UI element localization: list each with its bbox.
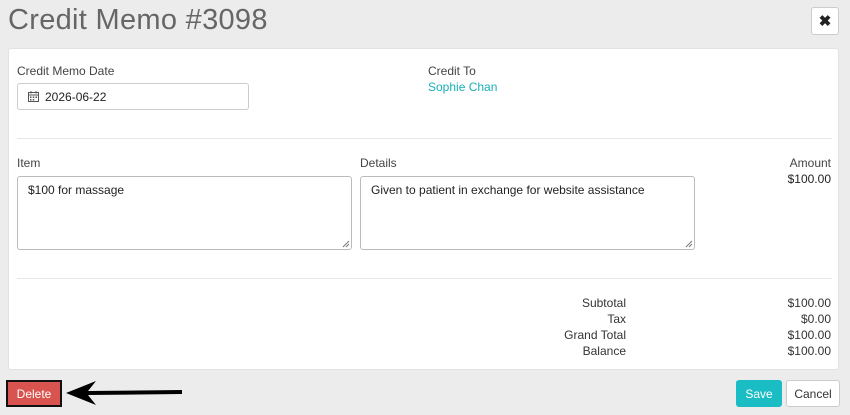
calendar-icon bbox=[28, 91, 39, 102]
item-value: $100 for massage bbox=[28, 183, 125, 197]
divider bbox=[17, 138, 832, 139]
details-textarea[interactable]: Given to patient in exchange for website… bbox=[360, 176, 695, 250]
amount-label: Amount bbox=[789, 156, 831, 170]
item-label: Item bbox=[17, 156, 41, 170]
tax-value: $0.00 bbox=[800, 312, 831, 326]
cancel-button[interactable]: Cancel bbox=[786, 380, 840, 407]
close-icon: ✖ bbox=[818, 13, 832, 30]
divider bbox=[17, 278, 832, 279]
subtotal-label: Subtotal bbox=[581, 296, 626, 310]
grand-total-label: Grand Total bbox=[564, 328, 626, 342]
delete-button[interactable]: Delete bbox=[6, 380, 62, 407]
item-textarea[interactable]: $100 for massage bbox=[17, 176, 352, 250]
tax-label: Tax bbox=[607, 312, 626, 326]
subtotal-value: $100.00 bbox=[787, 296, 831, 310]
balance-value: $100.00 bbox=[787, 344, 831, 358]
credit-to-label: Credit To bbox=[428, 64, 476, 78]
details-value: Given to patient in exchange for website… bbox=[371, 183, 645, 197]
credit-memo-panel: Credit Memo Date 2026-06-22 Credit To So… bbox=[8, 48, 839, 370]
close-button[interactable]: ✖ bbox=[811, 7, 839, 35]
amount-value: $100.00 bbox=[787, 172, 831, 186]
resize-handle-icon[interactable] bbox=[685, 240, 693, 248]
grand-total-value: $100.00 bbox=[787, 328, 831, 342]
resize-handle-icon[interactable] bbox=[342, 240, 350, 248]
page-title: Credit Memo #3098 bbox=[8, 4, 268, 36]
balance-label: Balance bbox=[582, 344, 626, 358]
date-field[interactable]: 2026-06-22 bbox=[17, 83, 249, 110]
date-label: Credit Memo Date bbox=[17, 64, 115, 78]
details-label: Details bbox=[360, 156, 397, 170]
credit-to-link[interactable]: Sophie Chan bbox=[428, 80, 497, 94]
date-value: 2026-06-22 bbox=[45, 89, 107, 104]
arrow-left-icon bbox=[66, 381, 182, 405]
save-button[interactable]: Save bbox=[736, 380, 782, 407]
